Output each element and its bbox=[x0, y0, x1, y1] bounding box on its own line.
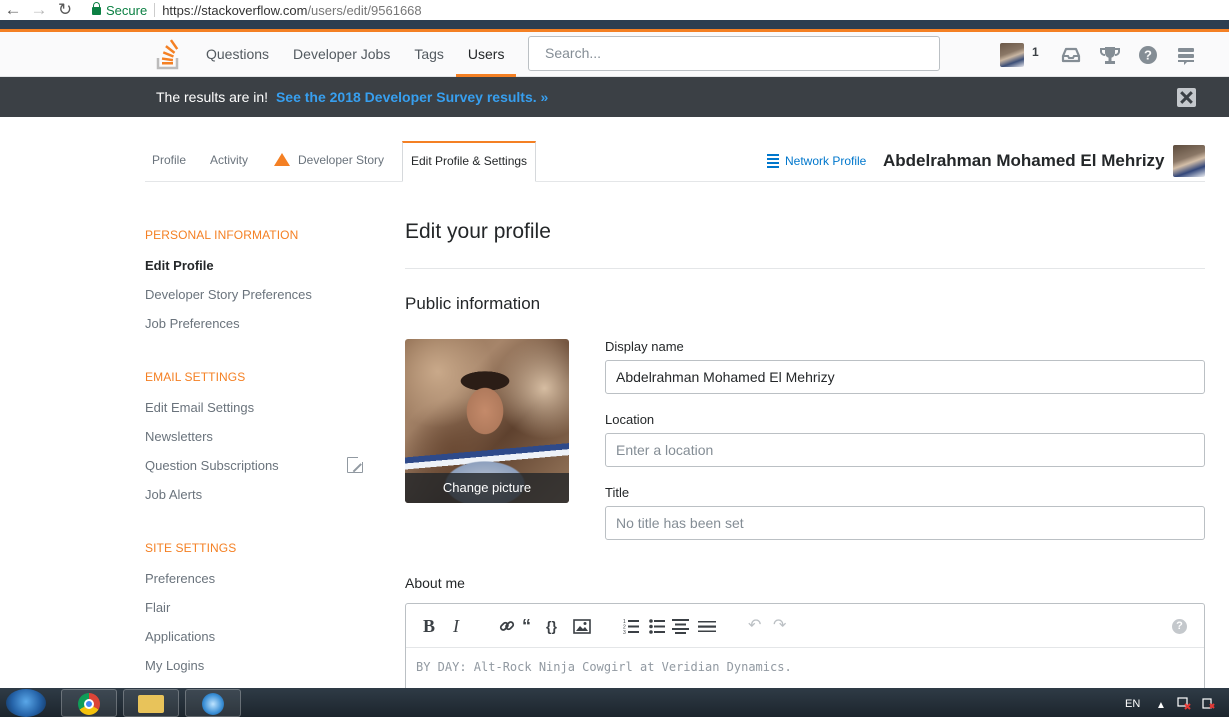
sidebar-item-edit-profile[interactable]: Edit Profile bbox=[145, 258, 214, 273]
survey-banner: The results are in! See the 2018 Develop… bbox=[0, 77, 1229, 117]
action-center-icon[interactable] bbox=[1201, 696, 1215, 710]
tray-expand-icon[interactable]: ▲ bbox=[1156, 700, 1166, 711]
network-profile-label: Network Profile bbox=[785, 154, 867, 168]
code-icon[interactable]: {} bbox=[546, 616, 557, 636]
banner-text: The results are in! bbox=[156, 89, 269, 105]
display-name-label: Display name bbox=[605, 339, 684, 354]
tab-profile[interactable]: Profile bbox=[152, 141, 186, 181]
nav-tags[interactable]: Tags bbox=[402, 32, 456, 77]
title-label: Title bbox=[605, 485, 630, 500]
blockquote-icon[interactable]: “ bbox=[522, 616, 531, 636]
network-status-icon[interactable] bbox=[1177, 696, 1191, 710]
back-arrow-icon[interactable]: ← bbox=[0, 0, 26, 20]
secure-indicator[interactable]: Secure bbox=[92, 2, 148, 18]
location-field[interactable]: Enter a location bbox=[605, 433, 1205, 467]
chrome-icon bbox=[78, 693, 100, 715]
survey-results-link[interactable]: See the 2018 Developer Survey results. » bbox=[276, 89, 548, 105]
start-button-icon[interactable] bbox=[6, 689, 46, 717]
folder-icon bbox=[138, 695, 164, 713]
reputation-count[interactable]: 1 bbox=[1032, 45, 1039, 59]
tab-developer-story-label: Developer Story bbox=[298, 153, 385, 167]
sidebar-heading-personal: PERSONAL INFORMATION bbox=[145, 228, 299, 242]
sidebar-heading-site: SITE SETTINGS bbox=[145, 541, 237, 555]
search-input[interactable]: Search... bbox=[528, 36, 940, 71]
os-taskbar: EN ▲ bbox=[0, 688, 1229, 717]
media-player-icon bbox=[202, 693, 224, 715]
heading-icon[interactable] bbox=[672, 619, 689, 634]
profile-avatar[interactable] bbox=[1173, 145, 1205, 177]
profile-user-name: Abdelrahman Mohamed El Mehrizy bbox=[883, 151, 1165, 170]
about-me-label: About me bbox=[405, 575, 465, 591]
title-divider bbox=[405, 268, 1205, 269]
bold-icon[interactable]: B bbox=[423, 616, 435, 636]
bulleted-list-icon[interactable] bbox=[649, 619, 665, 634]
svg-text:?: ? bbox=[1144, 48, 1152, 63]
url-path: /users/edit/9561668 bbox=[307, 2, 422, 18]
nav-users[interactable]: Users bbox=[455, 32, 517, 77]
about-me-textarea[interactable]: BY DAY: Alt-Rock Ninja Cowgirl at Veridi… bbox=[416, 660, 792, 674]
change-picture-button[interactable]: Change picture bbox=[405, 473, 569, 503]
sidebar-item-flair[interactable]: Flair bbox=[145, 600, 170, 615]
page-title: Edit your profile bbox=[405, 220, 551, 243]
secure-label: Secure bbox=[106, 2, 148, 18]
tab-developer-story[interactable]: Developer Story bbox=[274, 141, 385, 193]
taskbar-explorer[interactable] bbox=[123, 689, 179, 717]
url-separator bbox=[154, 3, 156, 17]
browser-toolbar: ← → ↻ Secure https://stackoverflow.com/u… bbox=[0, 0, 1229, 20]
reload-icon[interactable]: ↻ bbox=[52, 0, 78, 20]
site-topbar: Questions Developer Jobs Tags Users Sear… bbox=[0, 32, 1229, 77]
nav-questions[interactable]: Questions bbox=[194, 32, 281, 77]
sidebar-item-job-preferences[interactable]: Job Preferences bbox=[145, 316, 240, 331]
inbox-icon[interactable] bbox=[1060, 44, 1082, 66]
banner-message: The results are in! See the 2018 Develop… bbox=[156, 89, 548, 105]
editor-help-icon[interactable]: ? bbox=[1172, 619, 1187, 634]
numbered-list-icon[interactable]: 1 2 3 bbox=[623, 619, 639, 634]
address-bar[interactable]: https://stackoverflow.com/users/edit/956… bbox=[162, 3, 421, 18]
svg-text:3: 3 bbox=[623, 630, 626, 634]
sidebar-heading-email: EMAIL SETTINGS bbox=[145, 370, 246, 384]
location-label: Location bbox=[605, 412, 655, 427]
image-icon[interactable] bbox=[573, 619, 591, 634]
taskbar-chrome[interactable] bbox=[61, 689, 117, 717]
sidebar-item-my-logins[interactable]: My Logins bbox=[145, 658, 204, 673]
redo-icon[interactable]: ↷ bbox=[773, 616, 786, 636]
primary-nav: Questions Developer Jobs Tags Users bbox=[194, 32, 517, 77]
link-icon[interactable] bbox=[499, 618, 515, 634]
site-switcher-icon[interactable] bbox=[1175, 44, 1197, 66]
user-avatar[interactable] bbox=[1000, 43, 1024, 67]
profile-picture[interactable]: Change picture bbox=[405, 339, 569, 503]
tab-edit-profile-settings[interactable]: Edit Profile & Settings bbox=[402, 141, 537, 182]
tab-activity[interactable]: Activity bbox=[210, 141, 248, 181]
profile-tabs: Profile Activity Developer Story Edit Pr… bbox=[145, 141, 1205, 193]
section-title: Public information bbox=[405, 294, 541, 313]
sidebar-item-newsletters[interactable]: Newsletters bbox=[145, 429, 213, 444]
achievements-trophy-icon[interactable] bbox=[1099, 44, 1121, 66]
horizontal-rule-icon[interactable] bbox=[698, 619, 716, 634]
undo-icon[interactable]: ↶ bbox=[748, 616, 761, 636]
network-profile-link[interactable]: Network Profile bbox=[767, 154, 866, 168]
sidebar-item-developer-story-preferences[interactable]: Developer Story Preferences bbox=[145, 287, 312, 302]
warning-icon bbox=[274, 153, 290, 193]
close-icon[interactable] bbox=[1177, 88, 1196, 107]
browser-tab-strip bbox=[0, 20, 1229, 29]
lock-icon bbox=[92, 2, 101, 15]
title-field[interactable]: No title has been set bbox=[605, 506, 1205, 540]
nav-developer-jobs[interactable]: Developer Jobs bbox=[281, 32, 402, 77]
forward-arrow-icon[interactable]: → bbox=[26, 0, 52, 20]
help-icon[interactable]: ? bbox=[1137, 44, 1159, 66]
taskbar-media-player[interactable] bbox=[185, 689, 241, 717]
display-name-field[interactable]: Abdelrahman Mohamed El Mehrizy bbox=[605, 360, 1205, 394]
sidebar-item-question-subscriptions[interactable]: Question Subscriptions bbox=[145, 458, 279, 473]
language-indicator[interactable]: EN bbox=[1125, 698, 1140, 710]
stackoverflow-logo-icon[interactable] bbox=[156, 38, 182, 70]
sidebar-item-job-alerts[interactable]: Job Alerts bbox=[145, 487, 202, 502]
editor-toolbar: B I “ {} 1 2 3 ↶ ↷ ? bbox=[406, 604, 1204, 648]
external-link-icon[interactable] bbox=[347, 455, 365, 473]
url-host: https://stackoverflow.com bbox=[162, 2, 308, 18]
italic-icon[interactable]: I bbox=[453, 616, 459, 636]
sidebar-item-preferences[interactable]: Preferences bbox=[145, 571, 215, 586]
network-profile-icon bbox=[767, 154, 779, 168]
sidebar-item-applications[interactable]: Applications bbox=[145, 629, 215, 644]
sidebar-item-edit-email-settings[interactable]: Edit Email Settings bbox=[145, 400, 254, 415]
